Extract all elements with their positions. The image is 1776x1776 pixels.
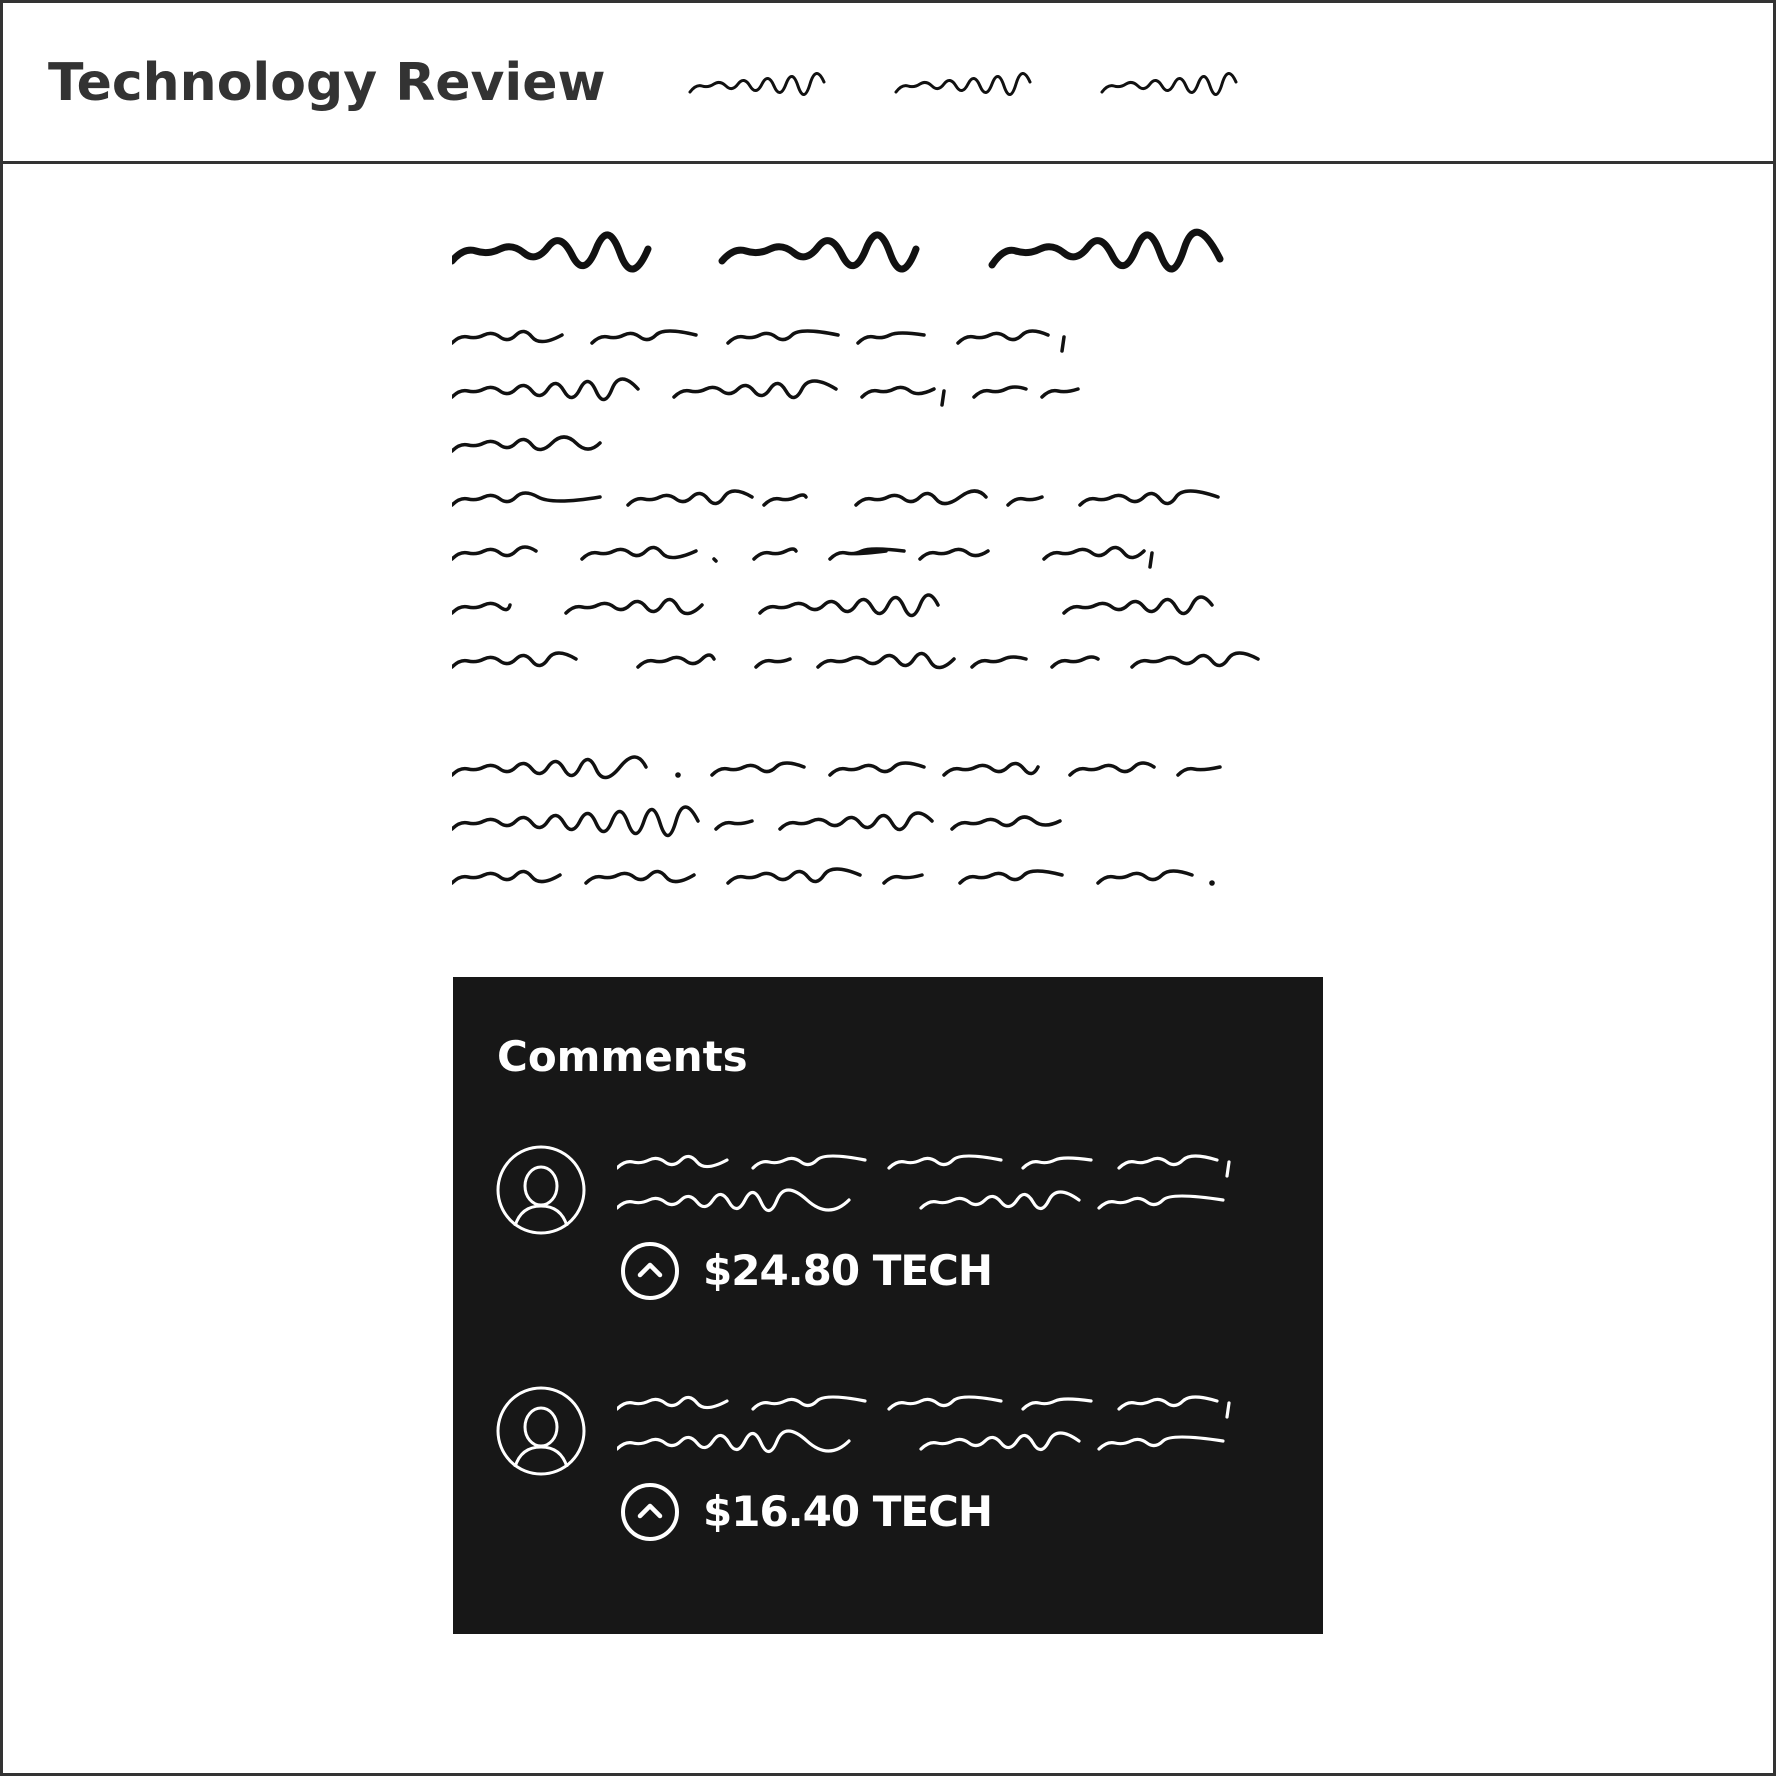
- comment-item: $24.80 TECH: [453, 1144, 1323, 1324]
- tip-amount: $16.40 TECH: [703, 1487, 993, 1536]
- nav-link-1[interactable]: [686, 62, 830, 102]
- article-headline-scribble: [452, 228, 1224, 273]
- comment-item: $16.40 TECH: [453, 1385, 1323, 1565]
- nav-link-2[interactable]: [892, 62, 1036, 102]
- site-header: Technology Review: [0, 0, 1776, 164]
- article-body-scribble: [452, 329, 1260, 886]
- user-avatar-icon[interactable]: [495, 1144, 587, 1236]
- nav-link-3[interactable]: [1098, 62, 1242, 102]
- upvote-button[interactable]: [619, 1240, 681, 1302]
- upvote-chevron-icon: [621, 1483, 679, 1541]
- upvote-button[interactable]: [619, 1481, 681, 1543]
- nav-link-2-scribble: [894, 72, 1032, 96]
- nav-link-3-scribble: [1100, 72, 1238, 96]
- comments-panel: Comments $24.80 TECH $16.40 TECH: [453, 977, 1323, 1634]
- comments-title: Comments: [497, 1032, 748, 1081]
- comment-text-scribble: [617, 1395, 1231, 1454]
- tip-amount: $24.80 TECH: [703, 1246, 993, 1295]
- upvote-chevron-icon: [621, 1242, 679, 1300]
- comment-text-scribble: [617, 1154, 1231, 1213]
- nav-link-1-scribble: [688, 72, 826, 96]
- site-title[interactable]: Technology Review: [48, 48, 606, 118]
- user-avatar-icon[interactable]: [495, 1385, 587, 1477]
